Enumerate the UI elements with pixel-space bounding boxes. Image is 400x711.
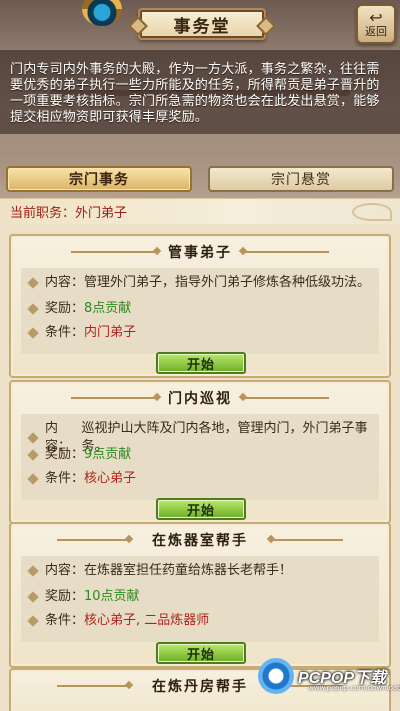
- pcpop-logo-icon: [258, 658, 294, 694]
- task-condition: 核心弟子: [84, 471, 137, 486]
- reward-label: 奖励：: [45, 301, 85, 316]
- bullet-icon: [27, 327, 39, 339]
- task-content-row: 内容： 管理外门弟子，指导外门弟子修炼各种低级功法。: [27, 274, 373, 292]
- task-reward-row: 奖励： 9点贡献: [27, 446, 373, 464]
- task-card: 在炼器室帮手 内容： 在炼器室担任药童给炼器长老帮手！ 奖励： 10点贡献 条件…: [9, 522, 391, 668]
- task-list[interactable]: 管事弟子 内容： 管理外门弟子，指导外门弟子修炼各种低级功法。 奖励： 8点贡献…: [0, 224, 400, 711]
- content-label: 内容：: [45, 275, 85, 290]
- bullet-icon: [27, 277, 39, 289]
- task-details: 内容： 管理外门弟子，指导外门弟子修炼各种低级功法。 奖励： 8点贡献 条件： …: [21, 268, 379, 354]
- task-card: 管事弟子 内容： 管理外门弟子，指导外门弟子修炼各种低级功法。 奖励： 8点贡献…: [9, 234, 391, 378]
- hall-description: 门内专司内外事务的大殿，作为一方大派，事务之繁杂，往往需要优秀的弟子执行一些力所…: [10, 62, 380, 125]
- task-details: 内容： 巡视护山大阵及门内各地，管理内门，外门弟子事务。 奖励： 9点贡献 条件…: [21, 414, 379, 500]
- page-title-text: 事务堂: [173, 16, 231, 37]
- bullet-icon: [27, 615, 39, 627]
- task-reward: 10点贡献: [84, 589, 140, 604]
- start-button[interactable]: 开始: [156, 498, 246, 520]
- task-reward-row: 奖励： 8点贡献: [27, 300, 373, 318]
- tab-sect-affairs[interactable]: 宗门事务: [6, 166, 192, 192]
- task-reward: 9点贡献: [84, 447, 132, 462]
- bullet-icon: [27, 432, 39, 444]
- task-card: 门内巡视 内容： 巡视护山大阵及门内各地，管理内门，外门弟子事务。 奖励： 9点…: [9, 380, 391, 524]
- task-title: 门内巡视: [168, 391, 232, 407]
- task-content-row: 内容： 在炼器室担任药童给炼器长老帮手！: [27, 562, 373, 580]
- condition-label: 条件：: [45, 613, 85, 628]
- tab-sect-bounty[interactable]: 宗门悬赏: [208, 166, 394, 192]
- task-condition: 核心弟子, 二品炼器师: [84, 613, 210, 628]
- page-title: 事务堂: [138, 8, 266, 40]
- task-condition-row: 条件： 内门弟子: [27, 324, 373, 342]
- task-condition: 内门弟子: [84, 325, 137, 340]
- task-title: 在炼器室帮手: [152, 533, 248, 549]
- cloud-swirl-icon: [352, 203, 392, 221]
- task-details: 内容： 在炼器室担任药童给炼器长老帮手！ 奖励： 10点贡献 条件： 核心弟子,…: [21, 556, 379, 642]
- start-button[interactable]: 开始: [156, 642, 246, 664]
- tab-bar: 宗门事务 宗门悬赏: [0, 160, 400, 196]
- task-content: 管理外门弟子，指导外门弟子修炼各种低级功法。: [84, 275, 371, 290]
- back-label: 返回: [365, 25, 387, 38]
- task-condition-row: 条件： 核心弟子: [27, 470, 373, 488]
- bullet-icon: [27, 565, 39, 577]
- watermark-subtext: www.pcpop.com/download: [308, 684, 400, 692]
- back-button[interactable]: ↩ 返回: [356, 4, 396, 44]
- content-label: 内容：: [45, 563, 85, 578]
- reward-label: 奖励：: [45, 447, 85, 462]
- bullet-icon: [27, 303, 39, 315]
- task-reward: 8点贡献: [84, 301, 132, 316]
- start-button[interactable]: 开始: [156, 352, 246, 374]
- bullet-icon: [27, 473, 39, 485]
- current-position-bar: 当前职务：外门弟子: [0, 198, 400, 224]
- condition-label: 条件：: [45, 325, 85, 340]
- task-title: 管事弟子: [168, 245, 232, 261]
- bullet-icon: [27, 591, 39, 603]
- reward-label: 奖励：: [45, 589, 85, 604]
- bullet-icon: [27, 449, 39, 461]
- condition-label: 条件：: [45, 471, 85, 486]
- task-reward-row: 奖励： 10点贡献: [27, 588, 373, 606]
- watermark-logo: PCPOP下载 www.pcpop.com/download: [258, 654, 400, 698]
- task-content: 在炼器室担任药童给炼器长老帮手！: [84, 563, 293, 578]
- back-arrow-icon: ↩: [369, 8, 383, 27]
- current-position-text: 当前职务：外门弟子: [10, 206, 128, 221]
- task-condition-row: 条件： 核心弟子, 二品炼器师: [27, 612, 373, 630]
